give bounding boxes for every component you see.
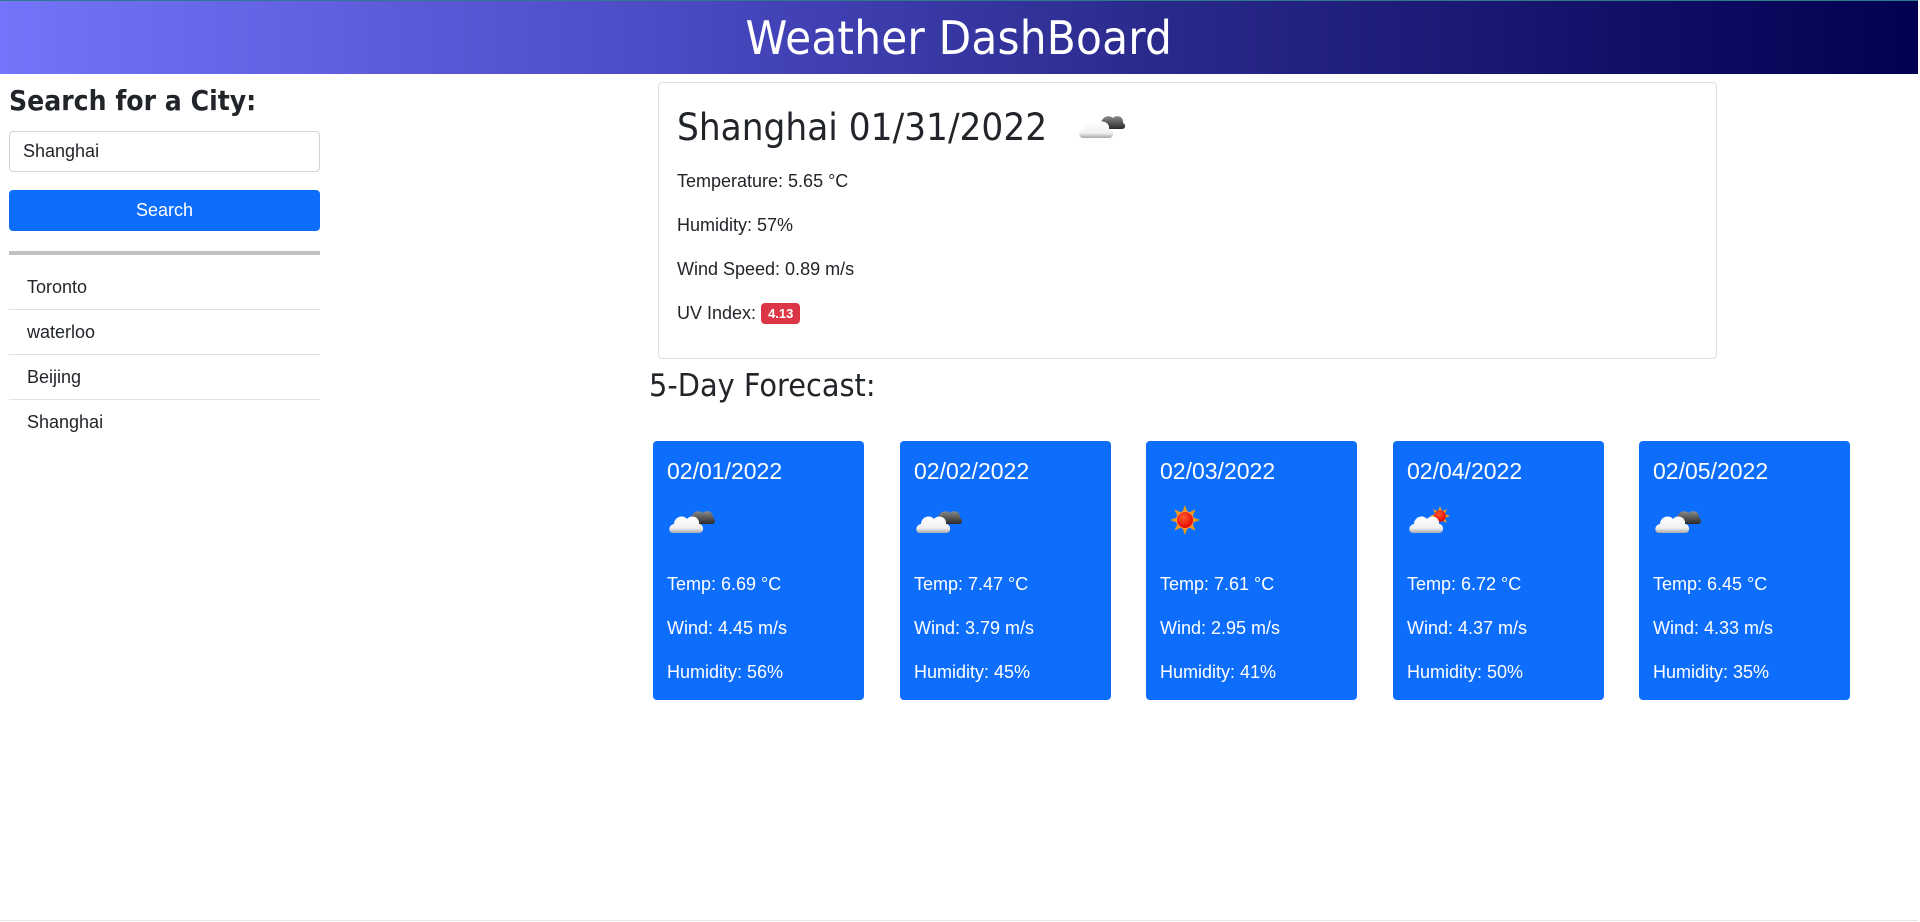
sun-icon: [1160, 498, 1343, 542]
page-bottom-border: [0, 920, 1918, 921]
forecast-temp: Temp: 6.69 °C: [667, 574, 782, 594]
page-title: Weather DashBoard: [745, 10, 1173, 65]
forecast-humidity: Humidity: 56%: [667, 662, 784, 682]
forecast-temp: Temp: 6.45 °C: [1653, 574, 1768, 594]
forecast-card: 02/01/2022 Temp: 6.69 °C Wind: 4.45 m/s …: [653, 441, 864, 700]
forecast-heading: 5-Day Forecast:: [649, 368, 876, 404]
search-heading: Search for a City:: [9, 84, 257, 117]
sidebar-divider: [9, 251, 320, 255]
uv-index-label: UV Index:: [677, 303, 757, 323]
forecast-humidity: Humidity: 35%: [1653, 662, 1770, 682]
forecast-card: 02/05/2022 Temp: 6.45 °C Wind: 4.33 m/s …: [1639, 441, 1850, 700]
forecast-wind: Wind: 4.37 m/s: [1407, 618, 1528, 638]
forecast-date: 02/04/2022: [1407, 458, 1523, 484]
current-weather-header: Shanghai 01/31/2022: [677, 105, 1698, 149]
forecast-temp: Temp: 7.61 °C: [1160, 574, 1275, 594]
broken-clouds-icon: [667, 498, 850, 542]
forecast-humidity: Humidity: 50%: [1407, 662, 1524, 682]
forecast-temp: Temp: 6.72 °C: [1407, 574, 1522, 594]
forecast-humidity: Humidity: 45%: [914, 662, 1031, 682]
page-header: Weather DashBoard: [0, 0, 1918, 74]
current-uv-index: UV Index: 4.13: [677, 301, 1698, 325]
current-city-date: Shanghai 01/31/2022: [677, 105, 1048, 149]
forecast-wind: Wind: 2.95 m/s: [1160, 618, 1281, 638]
forecast-date: 02/03/2022: [1160, 458, 1276, 484]
history-item-toronto[interactable]: Toronto: [9, 265, 320, 310]
history-item-beijing[interactable]: Beijing: [9, 355, 320, 400]
forecast-humidity: Humidity: 41%: [1160, 662, 1277, 682]
broken-clouds-icon: [1653, 498, 1836, 542]
current-humidity: Humidity: 57%: [677, 215, 794, 235]
broken-clouds-icon: [1077, 108, 1127, 147]
current-wind-speed: Wind Speed: 0.89 m/s: [677, 259, 855, 279]
forecast-date: 02/05/2022: [1653, 458, 1769, 484]
few-clouds-icon: [1407, 498, 1590, 542]
broken-clouds-icon: [914, 498, 1097, 542]
forecast-wind: Wind: 4.33 m/s: [1653, 618, 1774, 638]
current-weather-card: Shanghai 01/31/2022 Temperature: 5.65 °C…: [658, 82, 1717, 359]
forecast-card: 02/04/2022 Temp: 6.72 °C Wind: 4.37 m/s …: [1393, 441, 1604, 700]
forecast-wind: Wind: 3.79 m/s: [914, 618, 1035, 638]
forecast-date: 02/01/2022: [667, 458, 783, 484]
history-item-shanghai[interactable]: Shanghai: [9, 400, 320, 445]
forecast-card: 02/02/2022 Temp: 7.47 °C Wind: 3.79 m/s …: [900, 441, 1111, 700]
forecast-card: 02/03/2022 Temp: 7.61 °C Wind: 2.95 m/s …: [1146, 441, 1357, 700]
search-sidebar: Search for a City: Search Toronto waterl…: [9, 84, 320, 445]
forecast-wind: Wind: 4.45 m/s: [667, 618, 788, 638]
forecast-temp: Temp: 7.47 °C: [914, 574, 1029, 594]
history-item-waterloo[interactable]: waterloo: [9, 310, 320, 355]
current-temperature: Temperature: 5.65 °C: [677, 171, 849, 191]
search-button[interactable]: Search: [9, 190, 320, 231]
search-history-list: Toronto waterloo Beijing Shanghai: [9, 265, 320, 445]
forecast-date: 02/02/2022: [914, 458, 1030, 484]
city-search-input[interactable]: [9, 131, 320, 172]
uv-index-badge: 4.13: [761, 303, 801, 324]
